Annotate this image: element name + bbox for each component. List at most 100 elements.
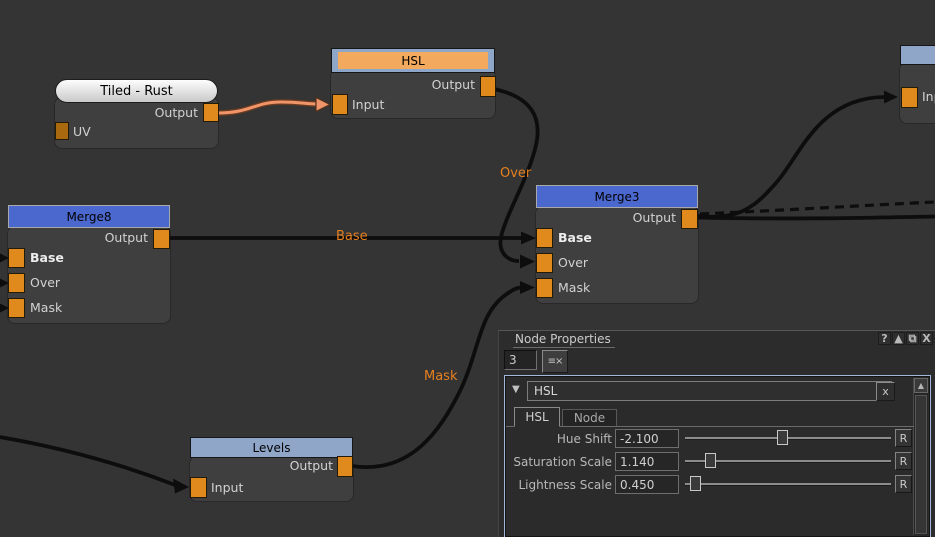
node-merge3[interactable]: Merge3 Output Base Over Mask [536, 185, 698, 303]
node-levels-header[interactable]: Levels [190, 437, 353, 458]
saturation-scale-reset-button[interactable]: R [895, 452, 912, 470]
node-hsl[interactable]: HSL Output Input [331, 48, 495, 118]
levels-output-port[interactable] [337, 456, 353, 477]
levels-input-label: Input [211, 480, 243, 495]
node-merge8[interactable]: Merge8 Output Base Over Mask [8, 205, 170, 323]
tiled-rust-output-label: Output [155, 105, 198, 120]
wire-tiledrust-to-hsl[interactable] [218, 102, 317, 113]
float-window-icon[interactable]: ⧉ [906, 332, 919, 345]
saturation-scale-slider-handle[interactable] [705, 453, 716, 468]
hsl-input-port[interactable] [332, 94, 348, 115]
hue-shift-slider-handle[interactable] [777, 430, 788, 445]
hue-shift-reset-label: R [900, 432, 908, 445]
tab-hsl-label: HSL [525, 410, 548, 424]
help-icon[interactable]: ? [878, 332, 891, 345]
scrollbar-thumb[interactable] [915, 395, 927, 534]
merge3-base-label: Base [558, 230, 592, 245]
lightness-scale-reset-button[interactable]: R [895, 475, 912, 493]
hsl-output-port[interactable] [480, 76, 496, 97]
close-node-panel-button[interactable]: x [876, 382, 895, 401]
merge8-output-label: Output [105, 230, 148, 245]
lightness-scale-slider-track[interactable] [685, 483, 891, 485]
merge3-over-port[interactable] [536, 253, 553, 273]
hue-shift-slider-track[interactable] [685, 437, 891, 439]
arrowhead-hsl-input [316, 98, 330, 112]
node-tiled-rust[interactable]: Tiled - Rust Output UV [55, 79, 218, 149]
node-hsl-header-fill: HSL [338, 52, 488, 69]
node-name-field[interactable]: HSL [527, 381, 892, 401]
tiled-rust-uv-label: UV [73, 124, 91, 139]
node-merge3-title: Merge3 [594, 190, 639, 204]
hsl-input-label: Input [352, 97, 384, 112]
saturation-scale-label: Saturation Scale [507, 455, 612, 469]
wire-left-to-levels-input[interactable] [0, 436, 175, 485]
max-panels-input[interactable] [504, 350, 537, 370]
saturation-scale-reset-label: R [900, 455, 908, 468]
node-partial-right-header[interactable] [900, 45, 935, 65]
node-hsl-header[interactable]: HSL [331, 48, 495, 73]
panel-collapse-triangle-icon[interactable]: ▼ [512, 384, 520, 395]
clear-panels-button[interactable]: ≡× [542, 350, 568, 373]
partial-right-input-label: Input [922, 89, 935, 104]
merge8-base-label: Base [30, 250, 64, 265]
merge8-base-port[interactable] [8, 248, 25, 268]
merge3-base-port[interactable] [536, 228, 553, 248]
node-merge3-header[interactable]: Merge3 [536, 185, 698, 208]
lightness-scale-input[interactable] [615, 475, 679, 494]
lightness-scale-slider-handle[interactable] [690, 476, 701, 491]
collapse-icon[interactable]: ▲ [892, 332, 905, 345]
props-titlebar[interactable]: Node Properties ? ▲ ⧉ X [499, 331, 935, 347]
merge3-output-label: Output [633, 210, 676, 225]
merge8-over-port[interactable] [8, 273, 25, 293]
node-merge8-header[interactable]: Merge8 [8, 205, 170, 228]
node-tiled-rust-header[interactable]: Tiled - Rust [55, 79, 218, 103]
merge8-output-port[interactable] [153, 229, 170, 249]
scroll-up-button[interactable]: ▲ [914, 378, 928, 393]
merge3-over-label: Over [558, 255, 588, 270]
lightness-scale-slider[interactable] [685, 475, 891, 492]
saturation-scale-input[interactable] [615, 452, 679, 471]
saturation-scale-slider-track[interactable] [685, 460, 891, 462]
close-node-panel-label: x [882, 385, 889, 398]
levels-input-port[interactable] [190, 477, 207, 498]
saturation-scale-slider[interactable] [685, 452, 891, 469]
tab-divider [506, 426, 914, 427]
hsl-settings-panel[interactable]: ▼ HSL x ▲ HSL Node Hue Shift [504, 375, 931, 537]
node-partial-right[interactable]: Input [900, 45, 935, 123]
wire-merge3-to-right-edge[interactable] [697, 217, 935, 219]
node-levels-title: Levels [253, 441, 291, 455]
node-levels[interactable]: Levels Output Input [190, 437, 353, 501]
tiled-rust-uv-port[interactable] [55, 122, 69, 140]
merge8-mask-label: Mask [30, 300, 62, 315]
levels-output-label: Output [290, 458, 333, 473]
scroll-up-arrow-icon: ▲ [918, 381, 924, 390]
tiled-rust-output-port[interactable] [203, 103, 219, 122]
lightness-scale-reset-label: R [900, 478, 908, 491]
merge3-output-port[interactable] [681, 209, 698, 229]
node-graph-canvas[interactable]: Over Base Mask Tiled - Rust Output UV HS… [0, 0, 935, 537]
close-panel-icon[interactable]: X [920, 332, 933, 345]
node-name-value: HSL [534, 384, 557, 398]
wire-merge3-to-topright-input[interactable] [697, 97, 884, 217]
hue-shift-input[interactable] [615, 429, 679, 448]
wire-merge3-dashed[interactable] [700, 202, 935, 214]
merge8-mask-port[interactable] [8, 298, 25, 318]
arrowhead-merge3-mask [520, 281, 535, 294]
clear-panels-icon: ≡× [548, 356, 563, 367]
props-panel-title: Node Properties [513, 332, 615, 348]
hue-shift-reset-button[interactable]: R [895, 429, 912, 447]
tab-node-label: Node [574, 411, 605, 425]
panel-scrollbar[interactable]: ▲ [913, 378, 928, 535]
hue-shift-slider[interactable] [685, 429, 891, 446]
partial-right-input-port[interactable] [901, 87, 918, 108]
wire-label-over: Over [500, 166, 531, 181]
tab-node[interactable]: Node [562, 409, 617, 427]
wire-label-base: Base [336, 229, 368, 244]
tab-hsl[interactable]: HSL [514, 407, 560, 427]
wire-label-mask: Mask [424, 369, 457, 384]
node-properties-panel[interactable]: Node Properties ? ▲ ⧉ X ≡× ▼ HSL x ▲ [498, 330, 935, 537]
arrowhead-merge3-over [520, 255, 535, 269]
merge8-over-label: Over [30, 275, 60, 290]
merge3-mask-port[interactable] [536, 278, 553, 298]
hue-shift-label: Hue Shift [507, 432, 612, 446]
